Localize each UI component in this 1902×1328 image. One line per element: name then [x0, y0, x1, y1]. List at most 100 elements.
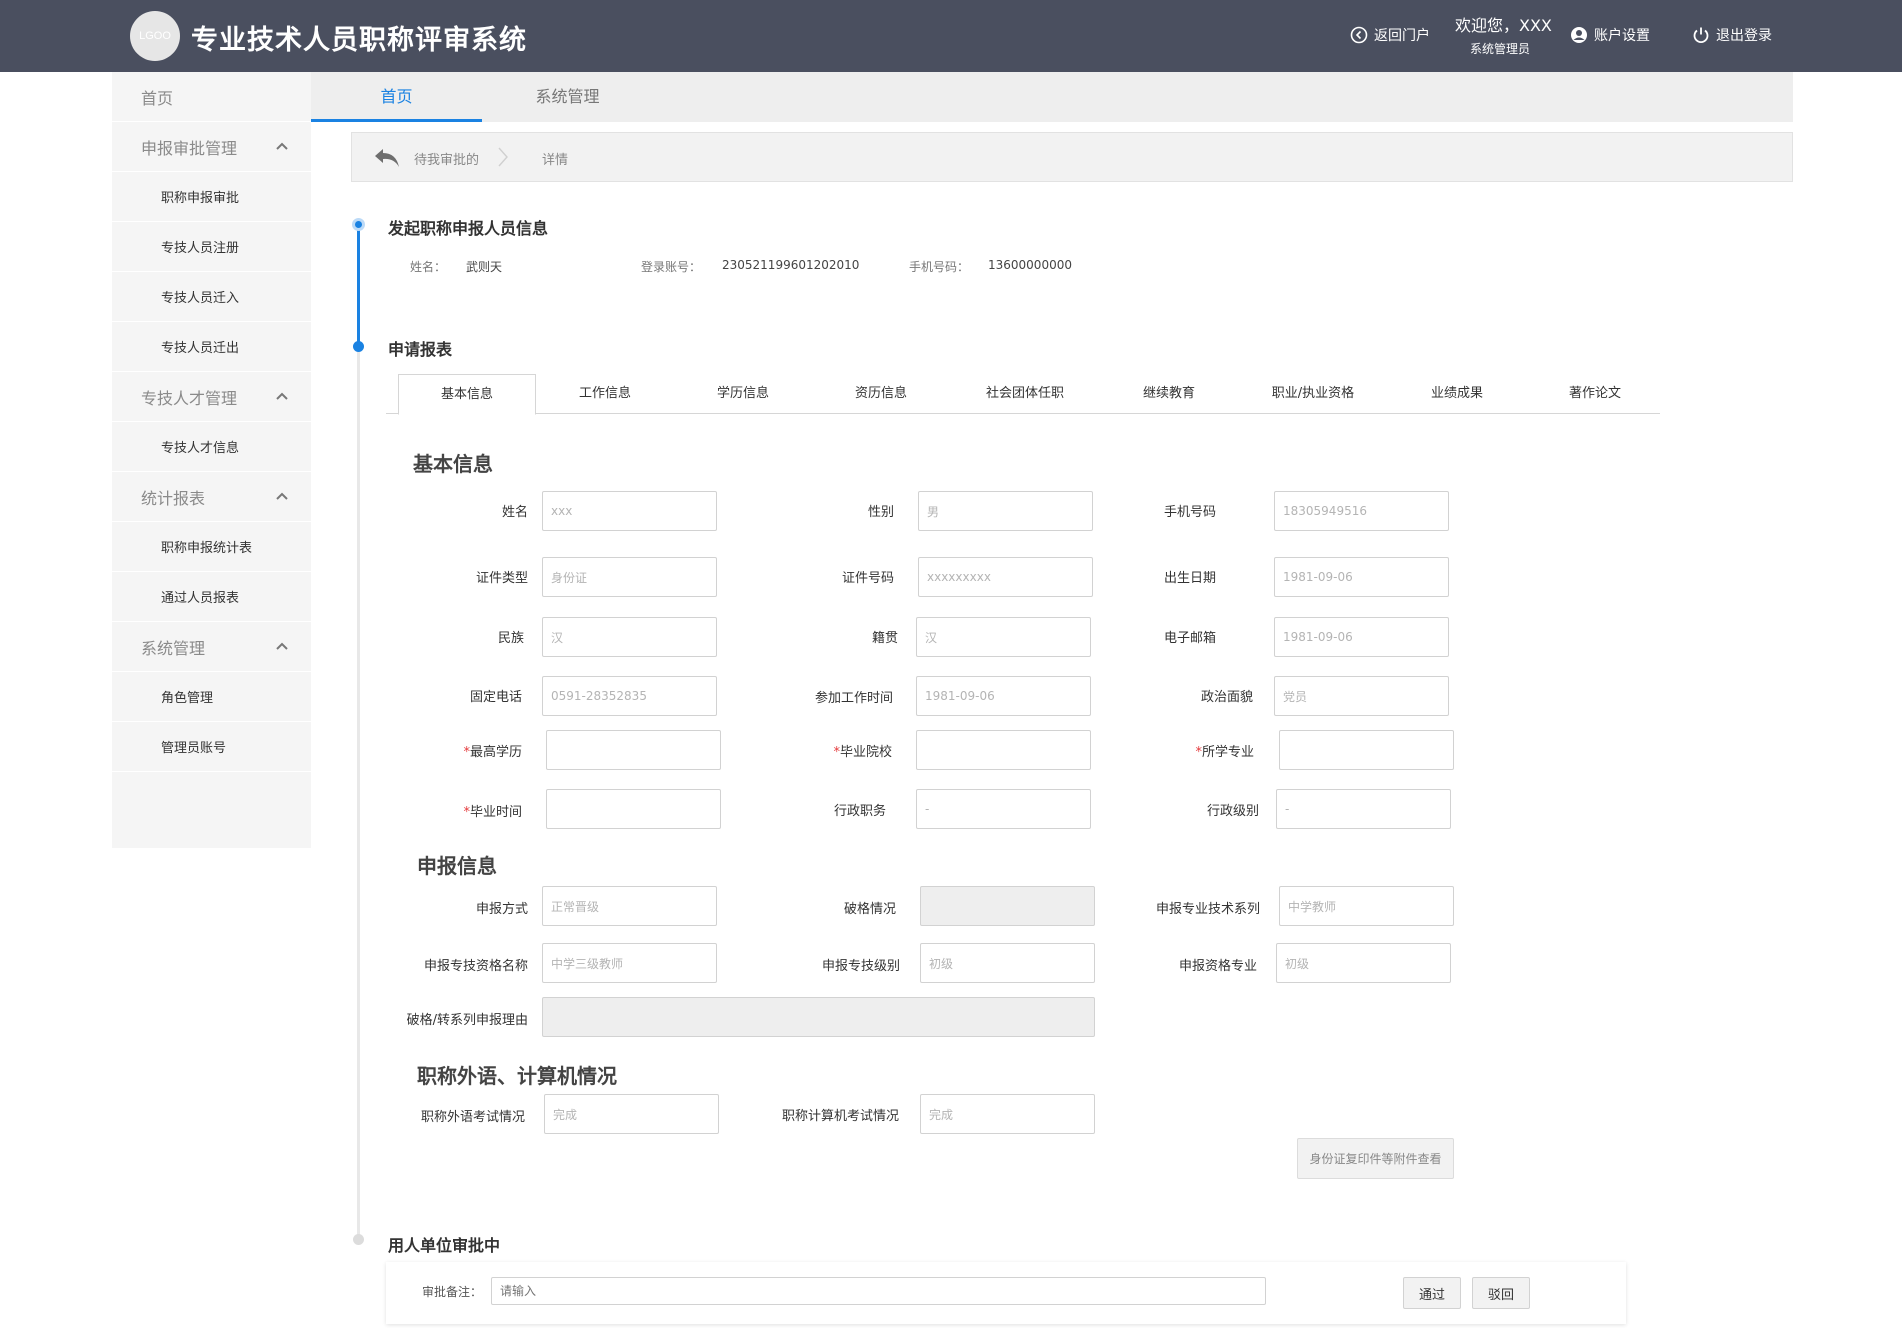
sidebar-item-passed-report[interactable]: 通过人员报表	[112, 572, 311, 622]
approval-remark-input[interactable]	[491, 1277, 1266, 1305]
reject-button[interactable]: 驳回	[1472, 1277, 1530, 1309]
foreign-exam-field[interactable]	[544, 1094, 719, 1134]
sidebar-item-staff-in[interactable]: 专技人员迁入	[112, 272, 311, 322]
sidebar-item-label: 职称申报统计表	[161, 541, 253, 556]
declare-method-field[interactable]	[542, 886, 717, 926]
account-settings-link[interactable]: 账户设置	[1570, 25, 1650, 45]
graduate-school-label: *毕业院校	[732, 741, 892, 760]
id-type-field[interactable]	[542, 557, 717, 597]
graduate-school-field[interactable]	[916, 730, 1091, 770]
sidebar-item-staff-register[interactable]: 专技人员注册	[112, 222, 311, 272]
sidebar-item-label: 专技人员迁出	[161, 341, 240, 356]
break-reason-label: 破格/转系列申报理由	[406, 1013, 528, 1028]
tab-professional-qualification[interactable]: 职业/执业资格	[1238, 374, 1388, 414]
graduate-school-text: 毕业院校	[839, 745, 892, 760]
sidebar-item-label: 管理员账号	[161, 741, 227, 756]
sidebar-item-home[interactable]: 首页	[112, 72, 311, 122]
sidebar-group-approval[interactable]: 申报审批管理	[112, 122, 311, 172]
tab-work-info[interactable]: 工作信息	[536, 374, 674, 414]
logo: LGOO	[130, 11, 180, 61]
sidebar-group-reports[interactable]: 统计报表	[112, 472, 311, 522]
timeline-dot-pending	[353, 1234, 364, 1245]
logout-link[interactable]: 退出登录	[1692, 25, 1772, 45]
language-computer-title: 职称外语、计算机情况	[417, 1064, 617, 1088]
tech-level-field[interactable]	[920, 943, 1095, 983]
id-type-label: 证件类型	[475, 571, 528, 586]
applicant-phone: 13600000000	[988, 258, 1072, 272]
sidebar-item-talent-info[interactable]: 专技人才信息	[112, 422, 311, 472]
birth-date-field[interactable]	[1274, 557, 1449, 597]
form-tab-bar: 基本信息 工作信息 学历信息 资历信息 社会团体任职 继续教育 职业/执业资格 …	[386, 374, 1660, 415]
tab-system[interactable]: 系统管理	[482, 72, 653, 122]
email-field[interactable]	[1274, 617, 1449, 657]
breadcrumb-parent[interactable]: 待我审批的	[414, 149, 479, 168]
graduation-time-label: *毕业时间	[362, 801, 522, 820]
declare-method-label: 申报方式	[475, 902, 528, 917]
sidebar-group-label: 系统管理	[141, 638, 206, 658]
tab-basic-info[interactable]: 基本信息	[398, 374, 536, 415]
back-arrow-icon[interactable]	[372, 145, 402, 171]
work-start-field[interactable]	[916, 676, 1091, 716]
sidebar-item-roles[interactable]: 角色管理	[112, 672, 311, 722]
user-circle-icon	[1571, 27, 1587, 43]
qualification-name-field[interactable]	[542, 943, 717, 983]
tab-achievements[interactable]: 业绩成果	[1388, 374, 1526, 414]
telephone-field[interactable]	[542, 676, 717, 716]
qualification-major-field[interactable]	[1276, 943, 1451, 983]
pass-button[interactable]: 通过	[1403, 1277, 1461, 1309]
tab-publications[interactable]: 著作论文	[1526, 374, 1664, 414]
tab-education-info[interactable]: 学历信息	[674, 374, 812, 414]
political-status-field[interactable]	[1274, 676, 1449, 716]
sidebar-item-admin-accounts[interactable]: 管理员账号	[112, 722, 311, 772]
applicant-phone-label: 手机号码：	[909, 260, 970, 274]
applicant-name-label: 姓名：	[410, 260, 447, 274]
birth-date-label: 出生日期	[1163, 571, 1216, 586]
tab-qualification-info[interactable]: 资历信息	[812, 374, 950, 414]
back-circle-icon	[1350, 26, 1368, 44]
sidebar-item-title-approval[interactable]: 职称申报审批	[112, 172, 311, 222]
highest-education-field[interactable]	[546, 730, 721, 770]
timeline-dot-active	[353, 341, 364, 352]
break-reason-field[interactable]	[542, 997, 1095, 1037]
foreign-exam-label: 职称外语考试情况	[420, 1110, 525, 1125]
major-text: 所学专业	[1201, 745, 1254, 760]
name-field[interactable]	[542, 491, 717, 531]
basic-info-title: 基本信息	[413, 452, 493, 476]
sidebar-item-label: 专技人才信息	[161, 441, 240, 456]
ethnic-label: 民族	[497, 631, 524, 646]
logout-label: 退出登录	[1716, 28, 1772, 44]
major-field[interactable]	[1279, 730, 1454, 770]
graduation-time-field[interactable]	[546, 789, 721, 829]
political-status-label: 政治面貌	[1200, 690, 1253, 705]
tech-series-label: 申报专业技术系列	[1155, 902, 1260, 917]
sidebar-home-label: 首页	[141, 88, 174, 108]
sidebar-item-staff-out[interactable]: 专技人员迁出	[112, 322, 311, 372]
sidebar-item-title-stats[interactable]: 职称申报统计表	[112, 522, 311, 572]
declare-info-title: 申报信息	[417, 854, 497, 878]
id-number-label: 证件号码	[841, 571, 894, 586]
email-label: 电子邮箱	[1163, 631, 1216, 646]
top-header: LGOO 专业技术人员职称评审系统 返回门户 欢迎您，XXX 系统管理员 账户设…	[0, 0, 1902, 72]
admin-post-field[interactable]	[916, 789, 1091, 829]
native-place-label: 籍贯	[871, 631, 898, 646]
chevron-right-icon	[498, 147, 508, 167]
back-portal-link[interactable]: 返回门户	[1350, 25, 1430, 45]
admin-level-field[interactable]	[1276, 789, 1451, 829]
tech-series-field[interactable]	[1279, 886, 1454, 926]
computer-exam-field[interactable]	[920, 1094, 1095, 1134]
tab-continuing-education[interactable]: 继续教育	[1100, 374, 1238, 414]
sidebar-group-label: 申报审批管理	[141, 138, 238, 158]
top-tab-bar: 首页 系统管理	[311, 72, 1793, 122]
view-attachments-button[interactable]: 身份证复印件等附件查看	[1297, 1138, 1454, 1179]
applicant-account-label: 登录账号：	[641, 260, 702, 274]
tab-home[interactable]: 首页	[311, 72, 482, 122]
ethnic-field[interactable]	[542, 617, 717, 657]
sidebar-group-system[interactable]: 系统管理	[112, 622, 311, 672]
sidebar-group-talent[interactable]: 专技人才管理	[112, 372, 311, 422]
break-case-field[interactable]	[920, 886, 1095, 926]
tab-social-posts[interactable]: 社会团体任职	[950, 374, 1100, 414]
break-case-label: 破格情况	[843, 902, 896, 917]
computer-exam-label: 职称计算机考试情况	[781, 1109, 899, 1124]
mobile-field[interactable]	[1274, 491, 1449, 531]
timeline-dot-active	[352, 218, 365, 231]
